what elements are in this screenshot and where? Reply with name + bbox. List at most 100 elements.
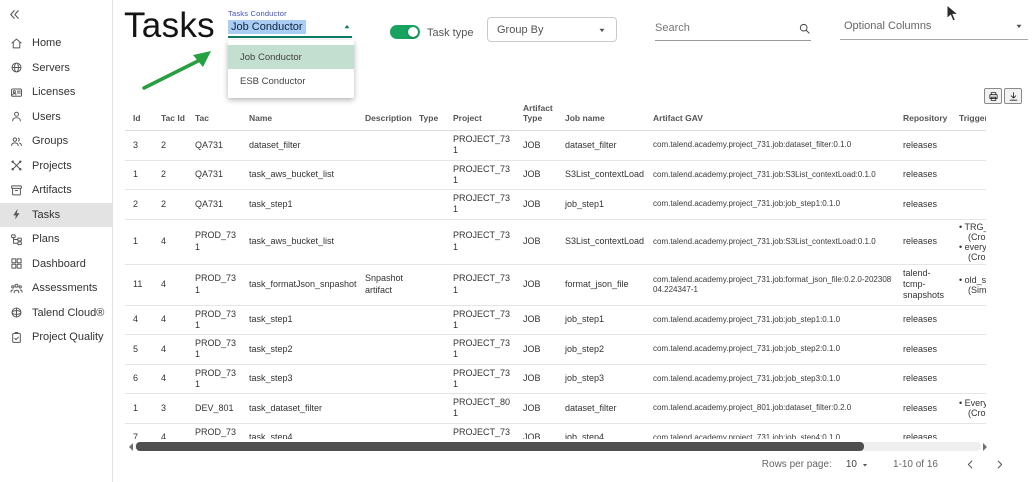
- horizontal-scrollbar[interactable]: [125, 441, 991, 452]
- next-page-button[interactable]: [993, 458, 1006, 471]
- sidebar-item-label: Assessments: [32, 282, 97, 294]
- table-row[interactable]: 114PROD_731task_formatJson_snpashotSnpas…: [125, 265, 986, 306]
- trigger-item[interactable]: • every_10(CronTr: [959, 242, 986, 262]
- caret-down-icon: [1014, 21, 1024, 31]
- column-header-project[interactable]: Project: [453, 113, 523, 123]
- cell-name: dataset_filter: [249, 137, 365, 154]
- column-header-type[interactable]: Type: [419, 113, 453, 123]
- cell-triggers: [959, 347, 986, 351]
- menu-option-job-conductor[interactable]: Job Conductor: [228, 45, 354, 69]
- sidebar-item-label: Tasks: [32, 209, 60, 221]
- sidebar-item-dashboard[interactable]: Dashboard: [0, 252, 112, 277]
- rows-per-page-select[interactable]: 10: [846, 459, 869, 470]
- cell-artifact_type: JOB: [523, 233, 565, 250]
- tasks-icon: [10, 208, 23, 221]
- cell-tac: QA731: [195, 196, 249, 213]
- cell-description: [365, 172, 419, 178]
- cell-id: 1: [133, 233, 161, 250]
- table-row[interactable]: 54PROD_731task_step2PROJECT_731JOBjob_st…: [125, 335, 986, 365]
- sidebar-item-servers[interactable]: Servers: [0, 56, 112, 81]
- sidebar-item-projects[interactable]: Projects: [0, 154, 112, 179]
- sidebar-item-assessments[interactable]: Assessments: [0, 276, 112, 301]
- cell-repository: releases: [903, 429, 959, 439]
- task-type-label: Task type: [427, 27, 473, 39]
- column-header-name[interactable]: Name: [249, 113, 365, 123]
- sidebar-item-home[interactable]: Home: [0, 31, 112, 56]
- column-header-triggers[interactable]: Triggers: [959, 113, 986, 123]
- column-header-tac[interactable]: Tac: [195, 113, 249, 123]
- trigger-item[interactable]: • EveryM(CronTr: [959, 398, 986, 418]
- cell-type: [419, 239, 453, 245]
- table-row[interactable]: 74PROD_731task_step4PROJECT_731JOBjob_st…: [125, 424, 986, 439]
- sidebar-item-licenses[interactable]: Licenses: [0, 80, 112, 105]
- cell-type: [419, 435, 453, 439]
- cell-repository: releases: [903, 196, 959, 213]
- scrollbar-track[interactable]: [135, 442, 981, 451]
- toggle-knob: [408, 27, 418, 37]
- column-header-description[interactable]: Description: [365, 113, 419, 123]
- menu-option-esb-conductor[interactable]: ESB Conductor: [228, 69, 354, 93]
- sidebar-item-tasks[interactable]: Tasks: [0, 203, 112, 228]
- rows-per-page-label: Rows per page:: [762, 459, 832, 470]
- table-row[interactable]: 13DEV_801task_dataset_filterPROJECT_801J…: [125, 394, 986, 424]
- table-row[interactable]: 22QA731task_step1PROJECT_731JOBjob_step1…: [125, 190, 986, 220]
- trigger-item[interactable]: • TRG_Co(CronTr: [959, 222, 986, 242]
- sidebar-item-artifacts[interactable]: Artifacts: [0, 178, 112, 203]
- table-row[interactable]: 64PROD_731task_step3PROJECT_731JOBjob_st…: [125, 365, 986, 395]
- sidebar-item-users[interactable]: Users: [0, 105, 112, 130]
- download-icon: [1008, 91, 1019, 102]
- column-header-artifact-type[interactable]: Artifact Type: [523, 103, 565, 123]
- cell-tac_id: 3: [161, 400, 195, 417]
- cell-description: [365, 239, 419, 245]
- print-button[interactable]: [984, 88, 1002, 104]
- collapse-sidebar-button[interactable]: [0, 0, 112, 31]
- cell-tac_id: 4: [161, 276, 195, 293]
- table-header-row: IdTac IdTacNameDescriptionTypeProjectArt…: [125, 101, 986, 131]
- sidebar-item-label: Home: [32, 37, 61, 49]
- cell-project: PROJECT_731: [453, 190, 523, 219]
- cell-repository: releases: [903, 341, 959, 358]
- cell-artifact_gav: com.talend.academy.project_731.job:datas…: [653, 137, 903, 153]
- optional-columns-select[interactable]: Optional Columns: [840, 13, 1028, 40]
- tasks-conductor-select[interactable]: Tasks Conductor Job Conductor: [228, 9, 352, 38]
- sidebar-item-groups[interactable]: Groups: [0, 129, 112, 154]
- download-button[interactable]: [1004, 88, 1022, 104]
- search-input[interactable]: [655, 22, 785, 34]
- scrollbar-thumb[interactable]: [136, 442, 864, 451]
- cell-artifact_type: JOB: [523, 429, 565, 439]
- sidebar-item-label: Licenses: [32, 86, 75, 98]
- column-header-artifact-gav[interactable]: Artifact GAV: [653, 113, 903, 123]
- sidebar-item-talend-cloud[interactable]: Talend Cloud®: [0, 301, 112, 326]
- home-icon: [10, 37, 23, 50]
- sidebar-item-plans[interactable]: Plans: [0, 227, 112, 252]
- cell-description: [365, 376, 419, 382]
- cell-id: 11: [133, 276, 161, 293]
- toggle-track: [390, 25, 420, 39]
- column-header-id[interactable]: Id: [133, 113, 161, 123]
- cell-id: 4: [133, 311, 161, 328]
- table-row[interactable]: 44PROD_731task_step1PROJECT_731JOBjob_st…: [125, 306, 986, 336]
- cell-id: 7: [133, 429, 161, 439]
- group-by-select[interactable]: Group By: [487, 17, 617, 42]
- table-row[interactable]: 14PROD_731task_aws_bucket_listPROJECT_73…: [125, 220, 986, 265]
- table-row[interactable]: 12QA731task_aws_bucket_listPROJECT_731JO…: [125, 161, 986, 191]
- scroll-left-arrow-icon[interactable]: [125, 443, 133, 451]
- group-by-label: Group By: [497, 24, 543, 36]
- scroll-right-arrow-icon[interactable]: [983, 443, 991, 451]
- search-icon[interactable]: [798, 22, 811, 35]
- column-header-job-name[interactable]: Job name: [565, 113, 653, 123]
- cell-tac_id: 4: [161, 370, 195, 387]
- table-row[interactable]: 32QA731dataset_filterPROJECT_731JOBdatas…: [125, 131, 986, 161]
- cell-id: 2: [133, 196, 161, 213]
- task-type-toggle[interactable]: [390, 25, 420, 39]
- column-header-repository[interactable]: Repository: [903, 113, 959, 123]
- trigger-item[interactable]: • old_star(Simple: [959, 275, 986, 295]
- previous-page-button[interactable]: [964, 458, 977, 471]
- sidebar-item-label: Project Quality: [32, 331, 104, 343]
- cell-triggers: • TRG_Co(CronTr• every_10(CronTr: [959, 220, 986, 264]
- main-content: Tasks Tasks Conductor Job Conductor Job …: [114, 0, 1036, 482]
- sidebar-item-label: Groups: [32, 135, 68, 147]
- sidebar-item-project-quality[interactable]: Project Quality: [0, 325, 112, 350]
- column-header-tac-id[interactable]: Tac Id: [161, 113, 195, 123]
- table-toolbar: [984, 88, 1022, 104]
